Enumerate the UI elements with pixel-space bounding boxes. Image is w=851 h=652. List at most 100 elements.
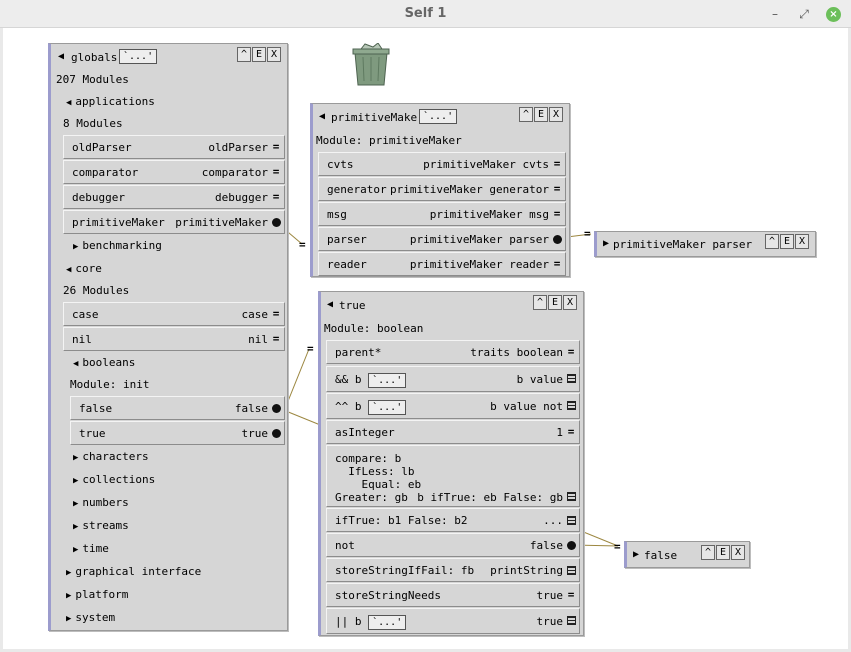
slot-true[interactable]: true true xyxy=(70,421,285,445)
slot-compare[interactable]: compare: b IfLess: lb Equal: eb Greater:… xyxy=(326,445,580,507)
equals-icon[interactable]: = xyxy=(552,158,562,169)
slot-false[interactable]: false false xyxy=(70,396,285,420)
equals-icon[interactable]: = xyxy=(552,258,562,269)
edit-button[interactable]: E xyxy=(548,295,562,310)
triangle-right-icon[interactable]: ▶ xyxy=(73,242,78,252)
triangle-down-icon[interactable]: ◀ xyxy=(58,51,64,62)
category-booleans[interactable]: ◀ booleans xyxy=(73,356,135,369)
equals-icon[interactable]: = xyxy=(271,141,281,152)
reference-dot-icon[interactable] xyxy=(567,541,576,550)
triangle-right-icon[interactable]: ▶ xyxy=(66,614,71,624)
category-collections[interactable]: ▶ collections xyxy=(73,473,155,486)
slot-debugger[interactable]: debugger debugger = xyxy=(63,185,285,209)
reference-dot-icon[interactable] xyxy=(272,404,281,413)
slot-asinteger[interactable]: asInteger 1 = xyxy=(326,420,580,444)
reference-dot-icon[interactable] xyxy=(272,429,281,438)
reference-dot-icon[interactable] xyxy=(272,218,281,227)
reference-dot-icon[interactable] xyxy=(553,235,562,244)
triangle-right-icon[interactable]: ▶ xyxy=(603,238,609,249)
primitivemaker-outliner[interactable]: ◀ primitiveMaker `...' ^ E X Module: pri… xyxy=(310,103,570,277)
method-icon[interactable] xyxy=(567,616,576,625)
outliner-close-button[interactable]: X xyxy=(795,234,809,249)
connector-equals-icon[interactable]: = xyxy=(299,238,306,251)
outliner-header[interactable]: ▶ false ^ E X xyxy=(627,544,749,564)
equals-icon[interactable]: = xyxy=(271,308,281,319)
outliner-header[interactable]: ◀ primitiveMaker `...' ^ E X xyxy=(313,107,569,127)
slot-primitivemaker[interactable]: primitiveMaker primitiveMaker xyxy=(63,210,285,234)
method-icon[interactable] xyxy=(567,401,576,410)
edit-button[interactable]: E xyxy=(534,107,548,122)
slot-storestringneeds[interactable]: storeStringNeeds true = xyxy=(326,583,580,607)
triangle-down-icon[interactable]: ◀ xyxy=(66,265,71,275)
method-icon[interactable] xyxy=(567,516,576,525)
triangle-right-icon[interactable]: ▶ xyxy=(73,453,78,463)
triangle-right-icon[interactable]: ▶ xyxy=(73,476,78,486)
title-bar[interactable]: Self 1 – ⤢ × xyxy=(0,0,851,28)
equals-icon[interactable]: = xyxy=(566,346,576,357)
slot-iftrue[interactable]: ifTrue: b1 False: b2 ... xyxy=(326,508,580,532)
collapse-button[interactable]: ^ xyxy=(519,107,533,122)
slot-parser[interactable]: parser primitiveMaker parser xyxy=(318,227,566,251)
triangle-right-icon[interactable]: ▶ xyxy=(73,499,78,509)
slot-and[interactable]: && b `...' b value xyxy=(326,366,580,392)
equals-icon[interactable]: = xyxy=(552,208,562,219)
restore-button[interactable]: ⤢ xyxy=(795,5,813,23)
slot-reader[interactable]: reader primitiveMaker reader = xyxy=(318,252,566,276)
slot-comparator[interactable]: comparator comparator = xyxy=(63,160,285,184)
method-icon[interactable] xyxy=(567,492,576,501)
comment-button[interactable]: `...' xyxy=(119,49,158,64)
equals-icon[interactable]: = xyxy=(566,426,576,437)
outliner-close-button[interactable]: X xyxy=(549,107,563,122)
category-core[interactable]: ◀ core xyxy=(66,262,102,275)
comment-button[interactable]: `...' xyxy=(368,615,407,630)
category-graphical-interface[interactable]: ▶ graphical interface xyxy=(66,565,201,578)
equals-icon[interactable]: = xyxy=(552,183,562,194)
equals-icon[interactable]: = xyxy=(271,191,281,202)
triangle-right-icon[interactable]: ▶ xyxy=(73,545,78,555)
triangle-right-icon[interactable]: ▶ xyxy=(66,591,71,601)
slot-or[interactable]: || b `...' true xyxy=(326,608,580,634)
outliner-header[interactable]: ▶ primitiveMaker parser ^ E X xyxy=(597,234,815,254)
slot-parent[interactable]: parent* traits boolean = xyxy=(326,340,580,364)
triangle-down-icon[interactable]: ◀ xyxy=(327,299,333,310)
edit-button[interactable]: E xyxy=(252,47,266,62)
true-outliner[interactable]: ◀ true ^ E X Module: boolean parent* tra… xyxy=(318,291,584,636)
edit-button[interactable]: E xyxy=(716,545,730,560)
method-icon[interactable] xyxy=(567,566,576,575)
collapse-button[interactable]: ^ xyxy=(533,295,547,310)
collapse-button[interactable]: ^ xyxy=(237,47,251,62)
outliner-header[interactable]: ◀ globals `...' ^ E X xyxy=(51,47,287,67)
close-button[interactable]: × xyxy=(826,7,841,22)
connector-equals-icon[interactable]: = xyxy=(584,227,591,240)
category-applications[interactable]: ◀ applications xyxy=(66,95,155,108)
slot-case[interactable]: case case = xyxy=(63,302,285,326)
connector-equals-icon[interactable]: = xyxy=(307,342,314,355)
triangle-down-icon[interactable]: ◀ xyxy=(319,111,325,122)
method-icon[interactable] xyxy=(567,374,576,383)
category-time[interactable]: ▶ time xyxy=(73,542,109,555)
category-numbers[interactable]: ▶ numbers xyxy=(73,496,129,509)
triangle-right-icon[interactable]: ▶ xyxy=(633,549,639,560)
connector-equals-icon[interactable]: = xyxy=(614,540,621,553)
false-outliner[interactable]: ▶ false ^ E X xyxy=(624,541,750,568)
outliner-close-button[interactable]: X xyxy=(563,295,577,310)
outliner-close-button[interactable]: X xyxy=(267,47,281,62)
slot-msg[interactable]: msg primitiveMaker msg = xyxy=(318,202,566,226)
comment-button[interactable]: `...' xyxy=(368,400,407,415)
edit-button[interactable]: E xyxy=(780,234,794,249)
comment-button[interactable]: `...' xyxy=(419,109,458,124)
slot-storestring[interactable]: storeStringIfFail: fb printString xyxy=(326,558,580,582)
trash-can-icon[interactable] xyxy=(351,43,391,87)
category-benchmarking[interactable]: ▶ benchmarking xyxy=(73,239,162,252)
collapse-button[interactable]: ^ xyxy=(765,234,779,249)
equals-icon[interactable]: = xyxy=(271,166,281,177)
minimize-button[interactable]: – xyxy=(766,5,784,23)
triangle-right-icon[interactable]: ▶ xyxy=(66,568,71,578)
equals-icon[interactable]: = xyxy=(566,589,576,600)
category-platform[interactable]: ▶ platform xyxy=(66,588,128,601)
triangle-down-icon[interactable]: ◀ xyxy=(66,98,71,108)
globals-outliner[interactable]: ◀ globals `...' ^ E X 207 Modules ◀ appli… xyxy=(48,43,288,631)
category-streams[interactable]: ▶ streams xyxy=(73,519,129,532)
category-characters[interactable]: ▶ characters xyxy=(73,450,149,463)
slot-oldparser[interactable]: oldParser oldParser = xyxy=(63,135,285,159)
